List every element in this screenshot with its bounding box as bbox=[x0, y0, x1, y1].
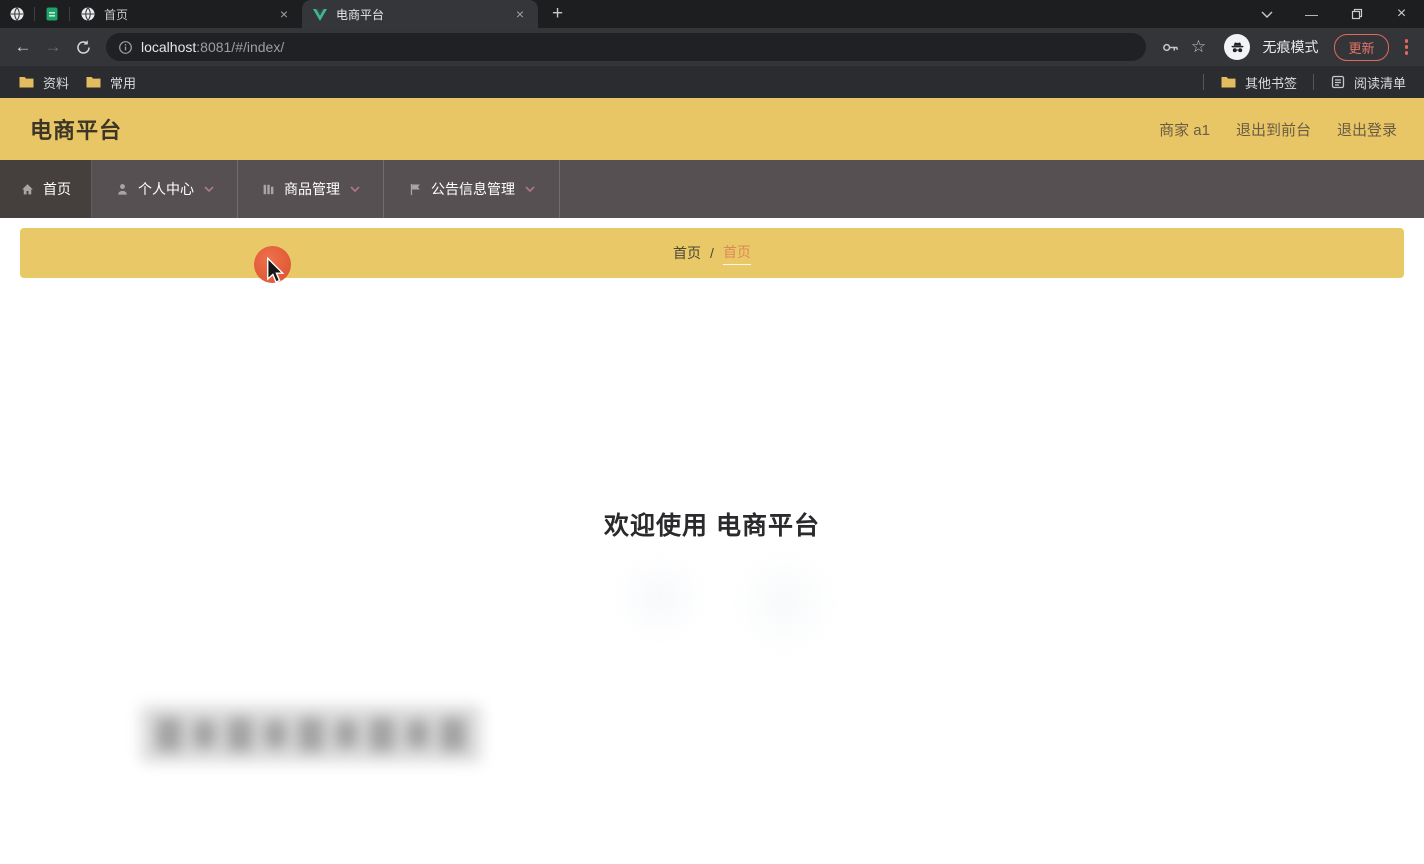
globe-icon bbox=[80, 6, 96, 22]
merchant-user-label: 商家 a1 bbox=[1159, 121, 1210, 139]
tab-title: 首页 bbox=[104, 7, 129, 22]
window-controls: — × bbox=[1244, 0, 1424, 28]
pinned-tab-sheet[interactable] bbox=[35, 0, 69, 28]
bookmark-separator bbox=[1202, 74, 1204, 90]
flag-icon bbox=[408, 182, 423, 197]
tab-title: 电商平台 bbox=[336, 7, 385, 22]
nav-item-home[interactable]: 首页 bbox=[0, 160, 92, 218]
faded-watermark-shape bbox=[730, 548, 840, 658]
pinned-tab-globe[interactable] bbox=[0, 0, 34, 28]
user-icon bbox=[115, 182, 130, 197]
browser-toolbar: ← → localhost:8081/#/index/ ☆ 无痕模式 更新 bbox=[0, 28, 1424, 66]
nav-label: 商品管理 bbox=[284, 181, 340, 197]
url-path: :8081/#/index/ bbox=[196, 39, 285, 55]
key-icon[interactable] bbox=[1158, 35, 1182, 59]
home-icon bbox=[20, 182, 35, 197]
bookmarks-bar: 资料 常用 其他书签 阅读清单 bbox=[0, 66, 1424, 98]
bookmark-separator bbox=[1312, 74, 1314, 90]
browser-tab-home[interactable]: 首页 × bbox=[70, 0, 302, 28]
vue-icon bbox=[312, 6, 328, 22]
back-button[interactable]: ← bbox=[10, 34, 36, 60]
address-bar[interactable]: localhost:8081/#/index/ bbox=[106, 33, 1147, 61]
bookmark-folder-ziliao[interactable]: 资料 bbox=[10, 70, 77, 95]
chevron-down-icon bbox=[525, 186, 535, 192]
page-content: 首页 / 首页 欢迎使用 电商平台 bbox=[0, 218, 1424, 864]
other-bookmarks-folder[interactable]: 其他书签 bbox=[1212, 70, 1305, 95]
nav-item-announcement-management[interactable]: 公告信息管理 bbox=[384, 160, 560, 218]
nav-label: 公告信息管理 bbox=[431, 181, 515, 197]
tab-search-chevron-icon[interactable] bbox=[1244, 0, 1289, 28]
spreadsheet-icon bbox=[44, 6, 60, 22]
reading-list-button[interactable]: 阅读清单 bbox=[1322, 70, 1414, 95]
globe-icon bbox=[9, 6, 25, 22]
browser-tab-shop[interactable]: 电商平台 × bbox=[302, 0, 538, 28]
folder-icon bbox=[85, 75, 102, 89]
update-button[interactable]: 更新 bbox=[1334, 33, 1389, 61]
exit-to-front-link[interactable]: 退出到前台 bbox=[1236, 119, 1311, 140]
nav-label: 首页 bbox=[43, 181, 71, 197]
folder-icon bbox=[18, 75, 35, 89]
chevron-down-icon bbox=[350, 186, 360, 192]
url-text: localhost:8081/#/index/ bbox=[141, 39, 284, 55]
incognito-label: 无痕模式 bbox=[1262, 39, 1319, 55]
nav-item-personal-center[interactable]: 个人中心 bbox=[92, 160, 238, 218]
welcome-heading: 欢迎使用 电商平台 bbox=[604, 512, 820, 540]
close-icon[interactable]: × bbox=[276, 6, 292, 22]
app-header: 电商平台 商家 a1 退出到前台 退出登录 bbox=[0, 98, 1424, 160]
forward-button[interactable]: → bbox=[40, 34, 66, 60]
reload-button[interactable] bbox=[70, 34, 96, 60]
restore-button[interactable] bbox=[1334, 0, 1379, 28]
bookmark-folder-changyong[interactable]: 常用 bbox=[77, 70, 144, 95]
breadcrumb-current: 首页 bbox=[722, 242, 751, 265]
reading-list-icon bbox=[1330, 74, 1346, 90]
reading-list-label: 阅读清单 bbox=[1353, 75, 1406, 91]
window-close-button[interactable]: × bbox=[1379, 0, 1424, 28]
breadcrumb-home-link[interactable]: 首页 bbox=[673, 243, 701, 263]
new-tab-button[interactable]: + bbox=[552, 3, 563, 25]
bookmark-star-icon[interactable]: ☆ bbox=[1186, 35, 1210, 59]
header-links: 商家 a1 退出到前台 退出登录 bbox=[1159, 119, 1397, 140]
minimize-button[interactable]: — bbox=[1289, 0, 1334, 28]
nav-label: 个人中心 bbox=[138, 181, 194, 197]
breadcrumb: 首页 / 首页 bbox=[20, 228, 1404, 278]
bars-icon bbox=[261, 182, 276, 197]
chevron-down-icon bbox=[204, 186, 214, 192]
blurred-watermark-text bbox=[140, 705, 482, 763]
bookmarks-right-group: 其他书签 阅读清单 bbox=[1195, 70, 1414, 95]
breadcrumb-separator: / bbox=[710, 245, 714, 261]
browser-titlebar: 首页 × 电商平台 × + — × bbox=[0, 0, 1424, 28]
browser-menu-icon[interactable] bbox=[1399, 35, 1415, 59]
faded-watermark-shape bbox=[610, 553, 710, 643]
info-icon[interactable] bbox=[118, 40, 133, 55]
url-host: localhost bbox=[141, 39, 197, 55]
close-icon[interactable]: × bbox=[512, 6, 528, 22]
bookmark-label: 常用 bbox=[110, 75, 137, 91]
bookmark-label: 资料 bbox=[43, 75, 70, 91]
main-nav: 首页 个人中心 商品管理 公告信息管理 bbox=[0, 160, 1424, 218]
nav-item-product-management[interactable]: 商品管理 bbox=[238, 160, 384, 218]
incognito-icon bbox=[1224, 34, 1251, 60]
app-title: 电商平台 bbox=[30, 118, 123, 143]
other-bookmarks-label: 其他书签 bbox=[1244, 75, 1297, 91]
logout-link[interactable]: 退出登录 bbox=[1337, 119, 1397, 140]
folder-icon bbox=[1220, 75, 1237, 89]
